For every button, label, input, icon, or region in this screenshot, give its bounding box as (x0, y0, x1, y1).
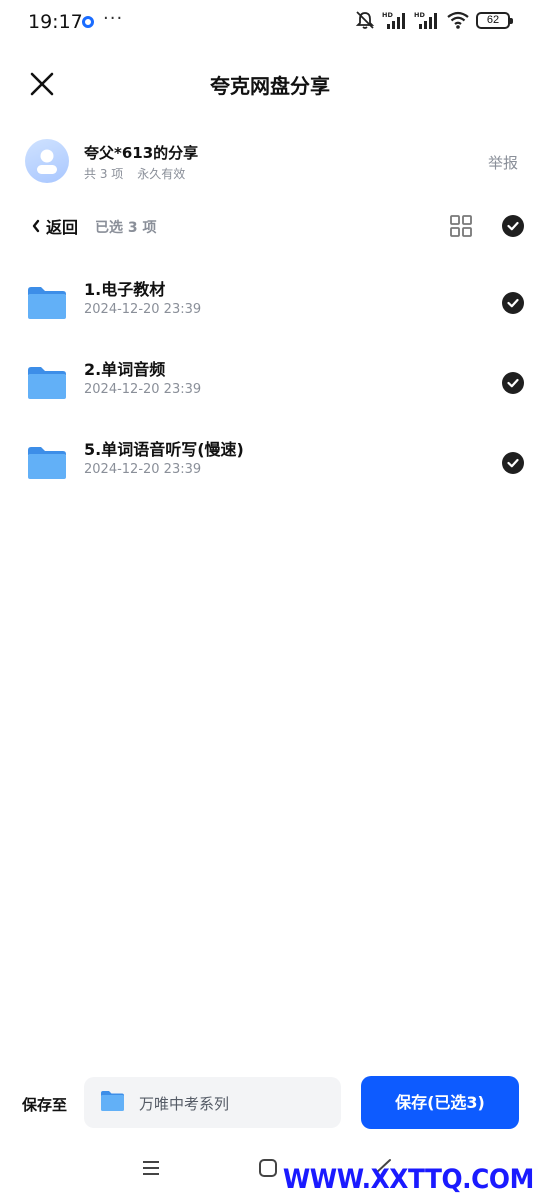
item-count: 共 3 项 (84, 167, 124, 181)
avatar (25, 139, 69, 183)
hd-label: HD (414, 11, 425, 19)
notification-dot-icon (82, 16, 94, 28)
back-button[interactable]: 返回 (30, 214, 78, 238)
status-more-icon: ··· (103, 8, 124, 29)
file-row[interactable]: 5.单词语音听写(慢速) 2024-12-20 23:39 (0, 426, 540, 502)
file-check-icon[interactable] (502, 292, 524, 314)
file-row[interactable]: 1.电子教材 2024-12-20 23:39 (0, 266, 540, 342)
signal-hd-icon: HD (414, 11, 437, 29)
watermark: WWW.XXTTQ.COM (282, 1164, 534, 1195)
file-check-icon[interactable] (502, 372, 524, 394)
file-date: 2024-12-20 23:39 (84, 462, 202, 477)
folder-icon (28, 287, 66, 319)
user-icon (37, 149, 57, 174)
battery-indicator: 62 (476, 11, 513, 29)
folder-icon (28, 447, 66, 479)
sharer-info: 夸父*613的分享 共 3 项 永久有效 举报 (0, 130, 540, 194)
status-icons: HD HD 62 (354, 10, 513, 30)
status-bar: 19:17 ··· HD HD 62 (0, 0, 540, 46)
mute-bell-icon (355, 11, 375, 29)
menu-icon[interactable] (141, 1158, 161, 1178)
folder-icon (101, 1091, 124, 1111)
file-check-icon[interactable] (502, 452, 524, 474)
selection-toolbar: 返回 已选 3 项 (0, 206, 540, 246)
validity: 永久有效 (137, 167, 186, 181)
chevron-left-icon (32, 219, 40, 233)
file-name: 2.单词音频 (84, 360, 166, 379)
report-button[interactable]: 举报 (488, 152, 518, 173)
file-name: 1.电子教材 (84, 280, 166, 299)
back-label: 返回 (46, 218, 79, 237)
file-name: 5.单词语音听写(慢速) (84, 440, 244, 459)
select-all-check-icon[interactable] (502, 215, 524, 237)
page-title: 夸克网盘分享 (210, 74, 330, 98)
save-bar: 保存至 万唯中考系列 保存(已选3) (0, 1070, 540, 1140)
signal-hd-icon: HD (382, 11, 405, 29)
status-time: 19:17 (28, 11, 83, 33)
sharer-name: 夸父*613的分享 (84, 144, 199, 162)
destination-folder-name: 万唯中考系列 (139, 1095, 230, 1113)
destination-folder-picker[interactable]: 万唯中考系列 (84, 1077, 341, 1128)
grid-view-icon[interactable] (448, 213, 474, 239)
folder-icon (28, 367, 66, 399)
file-date: 2024-12-20 23:39 (84, 302, 202, 317)
wifi-icon (447, 11, 469, 29)
selected-count: 已选 3 项 (95, 220, 157, 236)
hd-label: HD (382, 11, 393, 19)
sharer-meta: 共 3 项 永久有效 (84, 165, 185, 182)
file-row[interactable]: 2.单词音频 2024-12-20 23:39 (0, 346, 540, 422)
save-to-label: 保存至 (22, 1096, 68, 1114)
save-button[interactable]: 保存(已选3) (361, 1076, 519, 1129)
file-date: 2024-12-20 23:39 (84, 382, 202, 397)
header: 夸克网盘分享 (0, 58, 540, 112)
home-icon[interactable] (258, 1158, 278, 1178)
